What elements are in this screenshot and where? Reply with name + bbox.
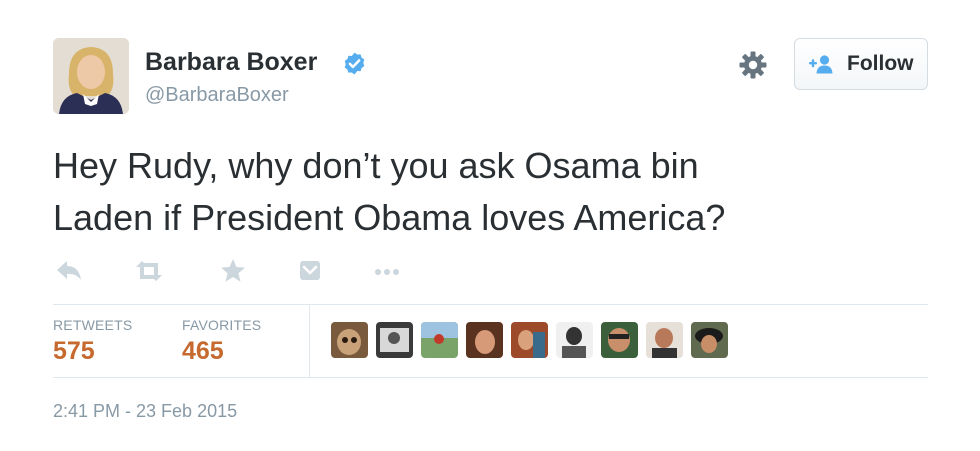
favorite-icon[interactable] — [217, 256, 249, 286]
divider — [53, 377, 928, 378]
avatar[interactable] — [53, 38, 129, 114]
profile-photo-icon — [53, 38, 129, 114]
favorites-count[interactable]: 465 — [182, 337, 224, 366]
tweet-text-line: Laden if President Obama loves America? — [53, 197, 726, 238]
retweets-label[interactable]: RETWEETS — [53, 317, 132, 333]
favoriter-avatar[interactable] — [421, 322, 458, 358]
gear-icon[interactable] — [738, 50, 768, 80]
tweet-timestamp[interactable]: 2:41 PM - 23 Feb 2015 — [53, 401, 237, 422]
favoriter-avatar[interactable] — [556, 322, 593, 358]
pocket-icon[interactable] — [294, 256, 326, 286]
tweet-text-line: Hey Rudy, why don’t you ask Osama bin — [53, 145, 699, 186]
follow-button[interactable]: Follow — [794, 38, 928, 90]
retweets-count[interactable]: 575 — [53, 337, 95, 366]
follow-label: Follow — [847, 52, 914, 75]
favoriter-avatar[interactable] — [601, 322, 638, 358]
more-icon[interactable] — [371, 256, 403, 286]
user-handle[interactable]: @BarbaraBoxer — [145, 84, 289, 107]
favoriter-avatar[interactable] — [331, 322, 368, 358]
stats-separator — [309, 305, 310, 377]
user-name[interactable]: Barbara Boxer — [145, 48, 317, 77]
favoriter-avatar[interactable] — [466, 322, 503, 358]
favoriter-avatar[interactable] — [646, 322, 683, 358]
verified-badge-icon — [344, 52, 365, 75]
favoriter-avatar[interactable] — [376, 322, 413, 358]
retweet-icon[interactable] — [133, 256, 165, 286]
favoriter-avatar[interactable] — [691, 322, 728, 358]
tweet-text: Hey Rudy, why don’t you ask Osama bin La… — [53, 140, 933, 244]
favoriter-avatar[interactable] — [511, 322, 548, 358]
reply-icon[interactable] — [53, 256, 85, 286]
add-user-icon — [809, 55, 833, 74]
divider — [53, 304, 928, 305]
favorites-label[interactable]: FAVORITES — [182, 317, 261, 333]
